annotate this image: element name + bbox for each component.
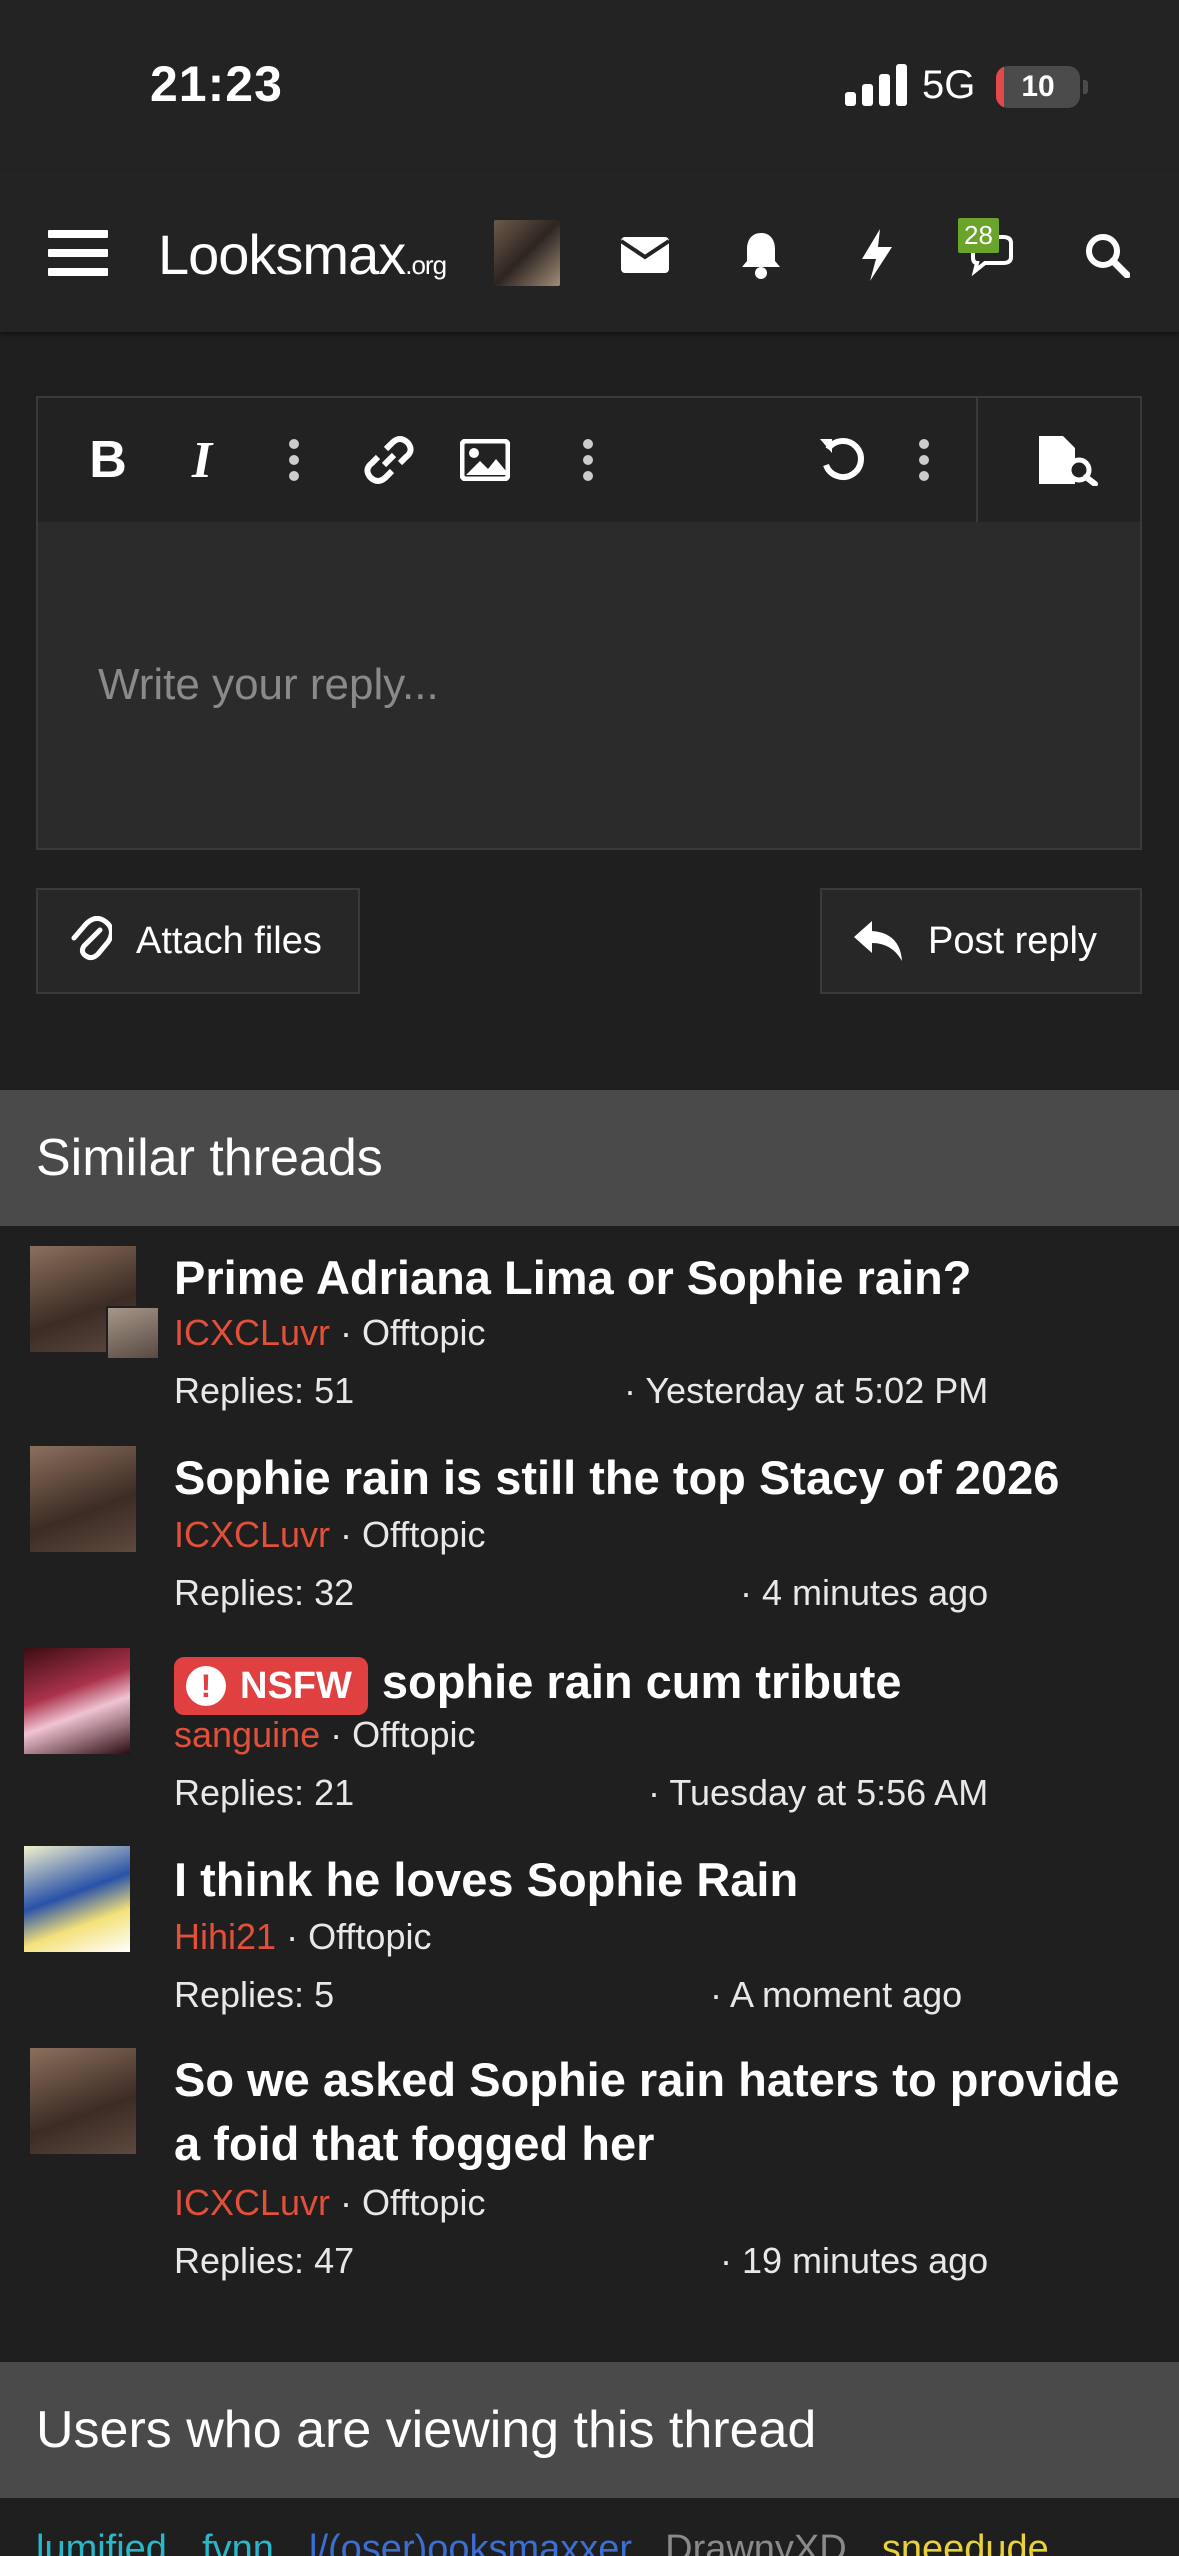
battery-icon: 10 (996, 66, 1080, 108)
reply-editor: B I (36, 396, 1142, 850)
nsfw-label: NSFW (240, 1664, 352, 1707)
viewer-link[interactable]: sneedude (882, 2528, 1049, 2556)
thread-time: · Yesterday at 5:02 PM (624, 1370, 989, 1411)
thread-forum[interactable]: Offtopic (308, 1916, 431, 1957)
network-label: 5G (922, 63, 976, 107)
viewer-link[interactable]: fvnn, (202, 2528, 284, 2556)
battery-cap (1083, 80, 1088, 94)
viewer-link[interactable]: l/(oser)ooksmaxxer, (309, 2528, 641, 2556)
post-reply-button[interactable]: Post reply (820, 888, 1142, 994)
author-avatar[interactable] (24, 1648, 130, 1754)
more-icon[interactable] (274, 428, 314, 492)
menu-icon[interactable] (48, 230, 108, 276)
undo-icon[interactable] (808, 428, 878, 492)
signal-icon (845, 62, 907, 106)
thread-replies: Replies: 51 (174, 1370, 355, 1411)
preview-icon[interactable] (1028, 428, 1108, 492)
bolt-icon[interactable] (842, 220, 912, 290)
toolbar-divider (976, 398, 978, 522)
attach-files-button[interactable]: Attach files (36, 888, 360, 994)
thread-author[interactable]: Hihi21 (174, 1916, 276, 1957)
thread-title-row[interactable]: ! NSFW sophie rain cum tribute (174, 1650, 1154, 1715)
thread-title[interactable]: Sophie rain is still the top Stacy of 20… (174, 1446, 1154, 1510)
meta-separator: · (330, 1312, 363, 1353)
italic-icon[interactable]: I (172, 428, 232, 492)
more-icon[interactable] (568, 428, 608, 492)
similar-threads-heading: Similar threads (0, 1090, 1179, 1226)
link-icon[interactable] (354, 428, 424, 492)
image-icon[interactable] (450, 428, 520, 492)
bold-icon[interactable]: B (78, 428, 138, 492)
bell-icon[interactable] (726, 220, 796, 290)
thread-time: · 4 minutes ago (740, 1572, 989, 1613)
battery-percent: 10 (1021, 70, 1055, 103)
viewer-link[interactable]: DrawnyXD, (665, 2528, 857, 2556)
thread-meta: Hihi21 · Offtopic (174, 1916, 431, 1958)
thread-meta: sanguine · Offtopic (174, 1714, 476, 1756)
thread-replies: Replies: 5 (174, 1974, 335, 2015)
search-icon[interactable] (1072, 220, 1142, 290)
thread-author[interactable]: ICXCLuvr (174, 1312, 330, 1353)
thread-meta: ICXCLuvr · Offtopic (174, 1514, 485, 1556)
status-bar: 21:23 5G 10 (0, 0, 1179, 170)
site-logo[interactable]: Looksmax.org (158, 222, 447, 287)
editor-toolbar: B I (38, 398, 1140, 522)
thread-title[interactable]: Prime Adriana Lima or Sophie rain? (174, 1246, 1154, 1310)
thread-meta: ICXCLuvr · Offtopic (174, 2182, 485, 2224)
meta-separator: · (330, 2182, 363, 2223)
reply-input[interactable] (38, 522, 1140, 848)
alert-icon: ! (186, 1665, 226, 1706)
thread-title[interactable]: I think he loves Sophie Rain (174, 1848, 1154, 1912)
reply-icon (854, 921, 902, 961)
thread-title[interactable]: So we asked Sophie rain haters to provid… (174, 2048, 1154, 2176)
thread-author[interactable]: ICXCLuvr (174, 1514, 330, 1555)
chat-badge: 28 (958, 218, 999, 253)
envelope-icon[interactable] (610, 220, 680, 290)
meta-separator: · (276, 1916, 309, 1957)
thread-meta: ICXCLuvr · Offtopic (174, 1312, 485, 1354)
author-avatar[interactable] (30, 1446, 136, 1552)
viewer-link[interactable]: lumified, (36, 2528, 178, 2556)
meta-separator: · (330, 1514, 363, 1555)
thread-forum[interactable]: Offtopic (362, 1312, 485, 1353)
status-time: 21:23 (150, 56, 283, 112)
thread-replies: Replies: 32 (174, 1572, 355, 1613)
viewing-users-heading: Users who are viewing this thread (0, 2362, 1179, 2498)
author-avatar[interactable] (24, 1846, 130, 1952)
thread-forum[interactable]: Offtopic (362, 2182, 485, 2223)
thread-title[interactable]: sophie rain cum tribute (382, 1655, 902, 1708)
thread-replies: Replies: 21 (174, 1772, 355, 1813)
thread-time: · Tuesday at 5:56 AM (648, 1772, 989, 1813)
thread-replies: Replies: 47 (174, 2240, 355, 2281)
post-reply-label: Post reply (928, 919, 1097, 962)
thread-author[interactable]: ICXCLuvr (174, 2182, 330, 2223)
thread-time: · 19 minutes ago (720, 2240, 989, 2281)
thread-forum[interactable]: Offtopic (362, 1514, 485, 1555)
more-icon[interactable] (904, 428, 944, 492)
thread-time: · A moment ago (710, 1974, 963, 2015)
site-navbar: Looksmax.org (0, 170, 1179, 332)
author-avatar[interactable] (30, 2048, 136, 2154)
thread-author[interactable]: sanguine (174, 1714, 320, 1755)
viewing-users-list: lumified, fvnn, l/(oser)ooksmaxxer, Draw… (36, 2528, 1063, 2556)
last-poster-avatar[interactable] (106, 1306, 160, 1360)
meta-separator: · (320, 1714, 353, 1755)
nsfw-prefix-badge: ! NSFW (174, 1656, 368, 1715)
attach-files-label: Attach files (136, 919, 322, 962)
thread-forum[interactable]: Offtopic (352, 1714, 475, 1755)
logo-text: Looksmax (158, 223, 406, 286)
paperclip-icon (71, 916, 112, 961)
logo-suffix: .org (405, 250, 447, 280)
user-avatar[interactable] (494, 220, 560, 286)
